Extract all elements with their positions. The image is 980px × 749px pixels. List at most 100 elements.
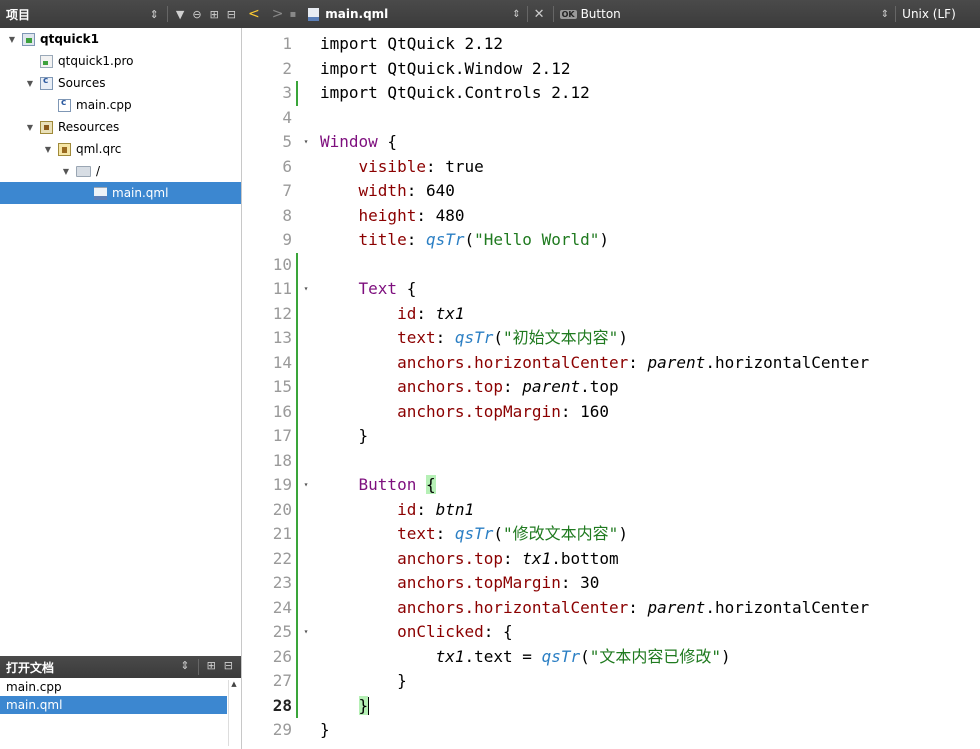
line-number: 21 <box>242 522 298 547</box>
code-line[interactable]: anchors.horizontalCenter: parent.horizon… <box>320 596 980 621</box>
fold-arrow-icon[interactable]: ▾ <box>300 473 312 498</box>
code-line[interactable]: } <box>320 694 980 719</box>
code-token: height <box>358 205 417 225</box>
forward-arrow-icon[interactable]: > <box>272 6 284 22</box>
code-line[interactable]: id: tx1 <box>320 302 980 327</box>
link-icon[interactable]: ⊖ <box>192 8 201 21</box>
expand-arrow-icon[interactable]: ▼ <box>24 123 36 132</box>
code-line[interactable]: Text { <box>320 277 980 302</box>
open-documents-list[interactable]: main.cpp main.qml <box>0 678 241 714</box>
open-file-name[interactable]: main.qml <box>325 7 388 21</box>
line-number: 19 <box>242 473 298 498</box>
code-line[interactable]: } <box>320 424 980 449</box>
tree-item[interactable]: main.qml <box>0 182 241 204</box>
code-line[interactable]: anchors.horizontalCenter: parent.horizon… <box>320 351 980 376</box>
code-editor[interactable]: 1 2 3 4 5 6 7 8 9 10 11 12 13 14 15 16 17 18 19 20 21 22 23 24 2… <box>242 28 980 749</box>
symbol-selector-icon[interactable]: ⇕ <box>881 9 889 20</box>
line-ending-selector[interactable]: Unix (LF) <box>902 7 956 21</box>
code-line[interactable]: anchors.topMargin: 160 <box>320 400 980 425</box>
code-line[interactable]: anchors.top: parent.top <box>320 375 980 400</box>
code-line[interactable]: Button { <box>320 473 980 498</box>
code-line[interactable] <box>320 106 980 131</box>
split-icon[interactable]: ⊞ <box>207 659 216 675</box>
code-line[interactable]: import QtQuick.Window 2.12 <box>320 57 980 82</box>
code-line[interactable]: } <box>320 669 980 694</box>
code-line[interactable]: title: qsTr("Hello World") <box>320 228 980 253</box>
code-token: tx1 <box>435 646 465 666</box>
filter-icon[interactable]: ▼ <box>176 8 184 21</box>
code-line[interactable]: text: qsTr("初始文本内容") <box>320 326 980 351</box>
code-line[interactable] <box>320 449 980 474</box>
tree-item[interactable]: ▼ Resources <box>0 116 241 138</box>
tree-item[interactable]: ▼ qtquick1 <box>0 28 241 50</box>
back-arrow-icon[interactable]: < <box>248 6 260 22</box>
code-line[interactable]: anchors.topMargin: 30 <box>320 571 980 596</box>
code-line[interactable] <box>320 253 980 278</box>
tree-item[interactable]: qtquick1.pro <box>0 50 241 72</box>
split-icon[interactable]: ⊞ <box>210 8 219 21</box>
project-panel-title: 项目 <box>6 7 31 22</box>
close-panel-icon[interactable]: ⊟ <box>227 8 236 21</box>
close-document-icon[interactable]: ✕ <box>534 7 545 22</box>
view-selector-icon[interactable]: ⇕ <box>150 8 159 21</box>
fold-arrow-icon[interactable]: ▾ <box>300 620 312 645</box>
code-line[interactable]: onClicked: { <box>320 620 980 645</box>
expand-arrow-icon[interactable]: ▼ <box>60 167 72 176</box>
code-token: : <box>628 352 648 372</box>
code-line[interactable]: text: qsTr("修改文本内容") <box>320 522 980 547</box>
line-number: 2 <box>282 58 292 78</box>
code-token: anchors.topMargin <box>397 573 561 592</box>
code-line[interactable]: tx1.text = qsTr("文本内容已修改") <box>320 645 980 670</box>
tree-item-label: Resources <box>58 120 120 134</box>
open-document-item[interactable]: main.qml <box>0 696 227 714</box>
divider <box>552 6 554 22</box>
expand-arrow-icon[interactable]: ▼ <box>42 145 54 154</box>
fold-markers[interactable]: ▾ ▾ ▾ ▾ <box>300 32 312 743</box>
code-line[interactable]: } <box>320 718 980 743</box>
close-panel-icon[interactable]: ⊟ <box>224 659 233 675</box>
code-line[interactable]: import QtQuick 2.12 <box>320 32 980 57</box>
cpp-file-icon <box>58 98 71 112</box>
fold-arrow-icon[interactable]: ▾ <box>300 277 312 302</box>
expand-arrow-icon[interactable]: ▼ <box>6 35 18 44</box>
code-line[interactable]: id: btn1 <box>320 498 980 523</box>
line-number: 7 <box>282 181 292 200</box>
code-token: visible <box>358 156 426 176</box>
expand-arrow-icon[interactable]: ▼ <box>24 79 36 88</box>
open-document-item[interactable]: main.cpp <box>0 678 227 696</box>
code-line[interactable]: visible: true <box>320 155 980 180</box>
tree-item[interactable]: ▼ qml.qrc <box>0 138 241 160</box>
code-token: : <box>435 524 455 543</box>
code-line[interactable]: height: 480 <box>320 204 980 229</box>
code-token: { <box>377 132 398 151</box>
line-number: 9 <box>282 230 292 249</box>
scrollbar[interactable]: ▲ <box>228 680 239 746</box>
tree-item[interactable]: ▼ / <box>0 160 241 182</box>
folder-icon <box>76 165 91 177</box>
line-number: 13 <box>242 326 298 351</box>
project-panel-header: 项目 ⇕ ▼ ⊖ ⊞ ⊟ <box>0 0 242 28</box>
file-selector-icon[interactable]: ⇕ <box>512 9 520 20</box>
code-line[interactable]: Window { <box>320 130 980 155</box>
code-token: "初始文本内容" <box>503 328 619 347</box>
fold-arrow-icon[interactable]: ▾ <box>300 130 312 155</box>
tree-item[interactable]: ▼ Sources <box>0 72 241 94</box>
code-token: id <box>397 499 417 519</box>
symbol-selector[interactable]: Button <box>581 7 621 21</box>
code-line[interactable]: import QtQuick.Controls 2.12 <box>320 81 980 106</box>
scroll-up-icon[interactable]: ▲ <box>229 680 239 688</box>
code-line[interactable]: anchors.top: tx1.bottom <box>320 547 980 572</box>
code-line[interactable]: width: 640 <box>320 179 980 204</box>
view-selector-icon[interactable]: ⇕ <box>180 659 189 675</box>
code-token: onClicked <box>397 622 484 641</box>
tree-item[interactable]: main.cpp <box>0 94 241 116</box>
project-tree[interactable]: ▼ qtquick1 qtquick1.pro ▼ Sources main.cpp ▼ Re… <box>0 28 242 656</box>
code-token: import QtQuick.Controls 2.12 <box>320 83 590 102</box>
code-area[interactable]: import QtQuick 2.12 import QtQuick.Window… <box>320 32 980 743</box>
